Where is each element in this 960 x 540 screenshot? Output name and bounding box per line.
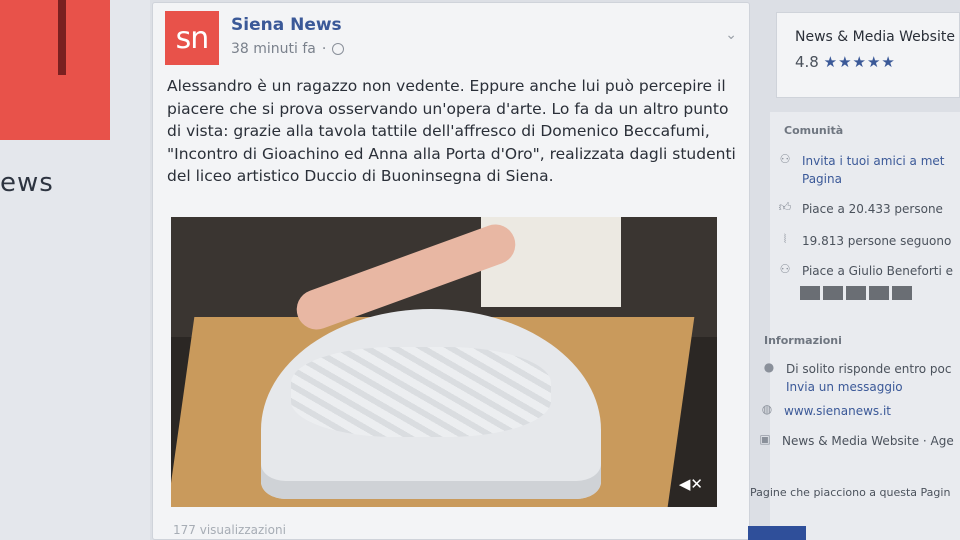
rating-line[interactable]: 4.8 ★★★★★ xyxy=(795,53,959,71)
category-row[interactable]: ▣ News & Media Website · Age xyxy=(758,432,953,450)
globe-icon xyxy=(332,43,345,55)
tag-icon: ▣ xyxy=(759,432,771,446)
info-title: Informazioni xyxy=(764,334,842,347)
liked-pages-title: Pagine che piacciono a questa Pagin xyxy=(750,486,951,499)
invite-friends-row[interactable]: ⚇ Invita i tuoi amici a met Pagina xyxy=(778,152,945,188)
page-name-link[interactable]: Siena News xyxy=(231,15,342,35)
friend-thumb[interactable] xyxy=(869,286,889,300)
cover-photo[interactable] xyxy=(0,0,110,140)
left-column: ews xyxy=(0,0,150,540)
chevron-down-icon[interactable]: ⌄ xyxy=(725,27,737,43)
friend-thumb[interactable] xyxy=(800,286,820,300)
response-row[interactable]: ● Di solito risponde entro poc Invia un m… xyxy=(762,360,952,396)
rss-icon: ⦚ xyxy=(783,232,787,246)
friend-thumb[interactable] xyxy=(823,286,843,300)
friends-like-row[interactable]: ⚇ Piace a Giulio Beneforti e xyxy=(778,262,953,280)
thumbs-up-icon: 👍︎ xyxy=(778,200,792,214)
globe-icon: ◍ xyxy=(761,402,773,416)
right-sidebar: News & Media Website 4.8 ★★★★★ Comunità … xyxy=(748,0,960,540)
post-card: sn Siena News 38 minuti fa · ⌄ Alessandr… xyxy=(152,2,750,540)
post-text: Alessandro è un ragazzo non vedente. Epp… xyxy=(167,77,736,185)
post-header: sn Siena News 38 minuti fa · ⌄ xyxy=(165,11,737,71)
friend-thumb[interactable] xyxy=(846,286,866,300)
about-card: Comunità ⚇ Invita i tuoi amici a met Pagi… xyxy=(748,112,960,540)
chat-icon: ● xyxy=(763,360,775,374)
logo-mark xyxy=(58,0,66,75)
post-video[interactable]: ◀✕ xyxy=(171,217,717,507)
page-avatar[interactable]: sn xyxy=(165,11,219,65)
post-timestamp[interactable]: 38 minuti fa xyxy=(231,41,316,57)
page-category[interactable]: News & Media Website xyxy=(795,29,959,45)
rating-value: 4.8 xyxy=(795,53,819,71)
mute-icon[interactable]: ◀✕ xyxy=(679,475,703,493)
friend-thumb[interactable] xyxy=(892,286,912,300)
followers-row: ⦚ 19.813 persone seguono xyxy=(778,232,952,250)
star-rating-icon: ★★★★★ xyxy=(823,53,896,71)
post-meta: 38 minuti fa · xyxy=(231,41,345,57)
likes-row: 👍︎ Piace a 20.433 persone xyxy=(778,200,943,216)
view-count: 177 visualizzazioni xyxy=(173,523,286,537)
liked-page-thumb[interactable] xyxy=(748,526,806,540)
friends-thumbnails[interactable] xyxy=(800,286,912,300)
friends-icon: ⚇ xyxy=(779,262,791,276)
website-row[interactable]: ◍ www.sienanews.it xyxy=(760,402,891,420)
rating-card: News & Media Website 4.8 ★★★★★ xyxy=(776,12,960,98)
invite-icon: ⚇ xyxy=(779,152,791,166)
page-name-partial[interactable]: ews xyxy=(0,168,54,198)
community-title: Comunità xyxy=(784,124,844,137)
